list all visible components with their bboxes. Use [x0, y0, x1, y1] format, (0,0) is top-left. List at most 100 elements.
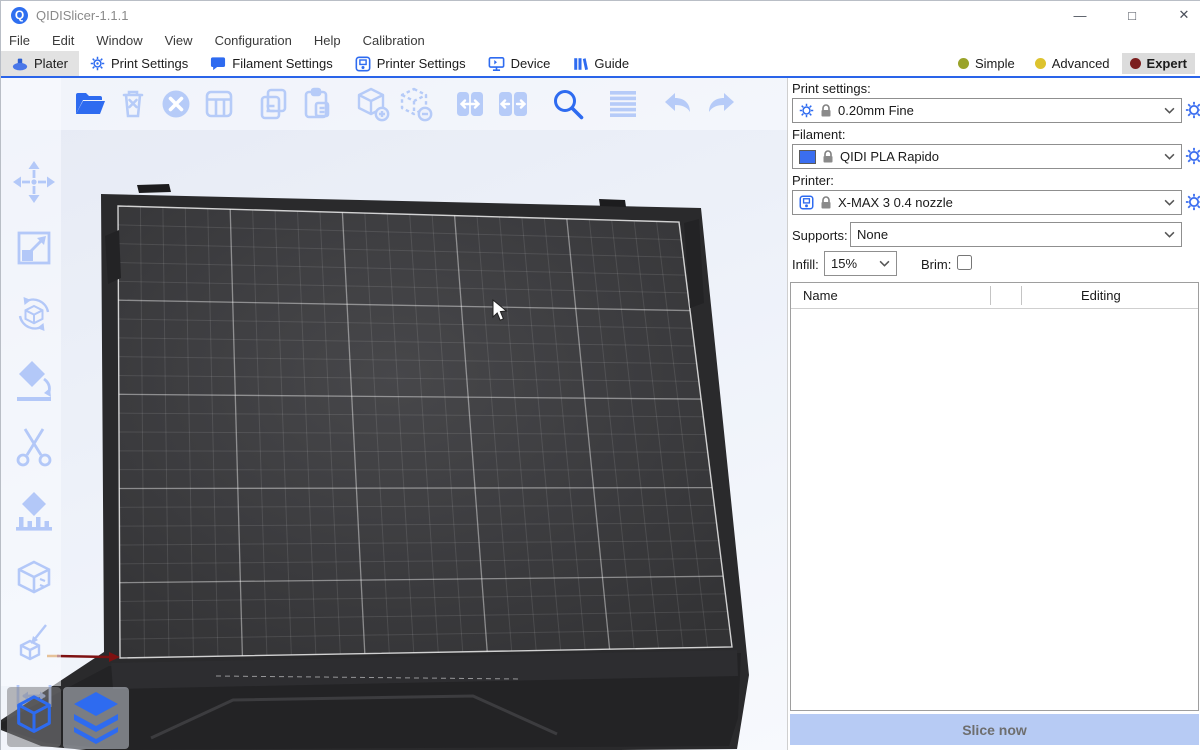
brim-checkbox[interactable]: [957, 255, 972, 270]
chevron-down-icon: [1164, 199, 1175, 206]
column-divider: [1021, 286, 1022, 305]
axis-x-line: [57, 656, 109, 657]
bed-clip-left: [137, 184, 171, 193]
infill-value: 15%: [831, 256, 873, 271]
viewport-3d[interactable]: [1, 78, 787, 750]
tab-filament-settings-label: Filament Settings: [232, 56, 332, 71]
printer-icon: [799, 195, 814, 210]
slice-now-button[interactable]: Slice now: [790, 714, 1199, 745]
app-logo-icon: Q: [11, 7, 28, 24]
chevron-down-icon: [1164, 107, 1175, 114]
copy-icon[interactable]: [256, 86, 292, 122]
editor-3d-view-button[interactable]: [7, 687, 61, 747]
filament-value: QIDI PLA Rapido: [840, 149, 1158, 164]
rotate-icon[interactable]: [11, 291, 57, 337]
paint-supports-icon[interactable]: [11, 489, 57, 535]
menu-help[interactable]: Help: [314, 33, 341, 48]
bed-clip-right: [599, 199, 626, 207]
chevron-down-icon: [1164, 153, 1175, 160]
preview-layers-button[interactable]: [63, 687, 129, 749]
supports-value: None: [857, 227, 1158, 242]
lock-icon: [820, 104, 832, 118]
menu-view[interactable]: View: [165, 33, 193, 48]
lock-icon: [822, 150, 834, 164]
mode-expert[interactable]: Expert: [1122, 53, 1195, 74]
column-editing: Editing: [1081, 288, 1121, 303]
tab-guide-label: Guide: [594, 56, 629, 71]
print-settings-gear-button[interactable]: [1185, 101, 1200, 119]
menu-calibration[interactable]: Calibration: [363, 33, 425, 48]
split-parts-icon[interactable]: [495, 86, 531, 122]
undo-icon[interactable]: [660, 86, 696, 122]
guide-icon: [572, 56, 588, 72]
paste-icon[interactable]: [299, 86, 335, 122]
tab-guide[interactable]: Guide: [561, 51, 640, 76]
delete-all-icon[interactable]: [158, 86, 194, 122]
plater-icon: [12, 56, 28, 72]
variable-layer-height-icon[interactable]: [605, 86, 641, 122]
minimize-button[interactable]: —: [1063, 1, 1097, 29]
settings-panel: Print settings: 0.20mm Fine Filament: QI…: [787, 78, 1200, 750]
menu-bar: File Edit Window View Configuration Help…: [1, 29, 1200, 51]
column-divider: [990, 286, 991, 305]
search-icon[interactable]: [550, 86, 586, 122]
lock-icon: [820, 196, 832, 210]
seam-painting-icon[interactable]: [11, 555, 57, 601]
close-button[interactable]: ✕: [1167, 1, 1200, 29]
tab-print-settings-label: Print Settings: [111, 56, 188, 71]
infill-dropdown[interactable]: 15%: [824, 251, 897, 276]
qidislicer-window: Q QIDISlicer-1.1.1 — □ ✕ File Edit Windo…: [0, 0, 1200, 750]
printer-gear-button[interactable]: [1185, 193, 1200, 211]
filament-label: Filament:: [792, 127, 845, 142]
menu-file[interactable]: File: [9, 33, 30, 48]
printer-dropdown[interactable]: X-MAX 3 0.4 nozzle: [792, 190, 1182, 215]
tab-plater[interactable]: Plater: [1, 51, 79, 76]
chevron-down-icon: [1164, 231, 1175, 238]
tab-print-settings[interactable]: Print Settings: [79, 51, 199, 76]
menu-window[interactable]: Window: [96, 33, 142, 48]
object-list-header: Name Editing: [791, 283, 1198, 309]
simple-dot-icon: [958, 58, 969, 69]
remove-instance-icon[interactable]: [397, 86, 433, 122]
tab-device[interactable]: Device: [477, 51, 562, 76]
supports-label: Supports:: [792, 228, 848, 243]
tab-bar: Plater Print Settings Filament Settings …: [1, 51, 1200, 78]
mmu-painting-icon[interactable]: [16, 621, 52, 661]
maximize-button[interactable]: □: [1115, 1, 1149, 29]
open-folder-icon[interactable]: [72, 86, 108, 122]
mode-expert-label: Expert: [1147, 56, 1187, 71]
mode-advanced-label: Advanced: [1052, 56, 1110, 71]
infill-label: Infill:: [792, 257, 819, 272]
menu-edit[interactable]: Edit: [52, 33, 74, 48]
tab-plater-label: Plater: [34, 56, 68, 71]
brim-label: Brim:: [921, 257, 951, 272]
main-toolbar: [65, 86, 739, 122]
redo-icon[interactable]: [703, 86, 739, 122]
filament-color-swatch: [799, 150, 816, 164]
filament-dropdown[interactable]: QIDI PLA Rapido: [792, 144, 1182, 169]
editor-3d-view-icon: [12, 693, 56, 741]
mode-simple[interactable]: Simple: [950, 53, 1023, 74]
menu-configuration[interactable]: Configuration: [215, 33, 292, 48]
print-settings-dropdown[interactable]: 0.20mm Fine: [792, 98, 1182, 123]
advanced-dot-icon: [1035, 58, 1046, 69]
add-instance-icon[interactable]: [354, 86, 390, 122]
tab-printer-settings[interactable]: Printer Settings: [344, 51, 477, 76]
cut-icon[interactable]: [11, 423, 57, 469]
tab-device-label: Device: [511, 56, 551, 71]
mode-advanced[interactable]: Advanced: [1027, 53, 1118, 74]
printer-label: Printer:: [792, 173, 834, 188]
filament-gear-button[interactable]: [1185, 147, 1200, 165]
print-settings-value: 0.20mm Fine: [838, 103, 1158, 118]
place-on-face-icon[interactable]: [11, 357, 57, 403]
split-objects-icon[interactable]: [452, 86, 488, 122]
gizmo-toolbar: [11, 159, 57, 731]
move-icon[interactable]: [11, 159, 57, 205]
mode-selector: Simple Advanced Expert: [950, 51, 1200, 76]
object-list[interactable]: Name Editing: [790, 282, 1199, 711]
arrange-icon[interactable]: [201, 86, 237, 122]
supports-dropdown[interactable]: None: [850, 222, 1182, 247]
tab-filament-settings[interactable]: Filament Settings: [199, 51, 343, 76]
delete-icon[interactable]: [115, 86, 151, 122]
scale-icon[interactable]: [11, 225, 57, 271]
